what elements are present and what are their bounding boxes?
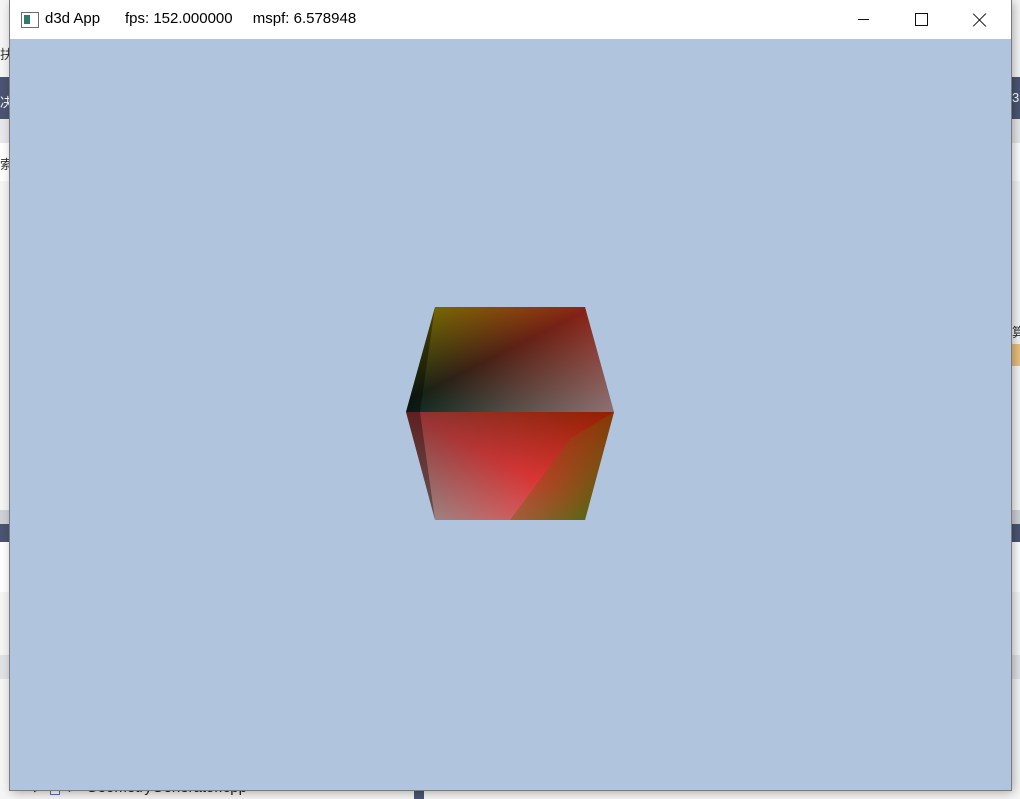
cube-face-top-shade <box>406 307 614 412</box>
ide-highlight-mark <box>1012 344 1020 366</box>
fps-readout: fps: 152.000000 <box>125 10 233 27</box>
maximize-button[interactable] <box>892 0 950 39</box>
minimize-icon <box>857 19 869 20</box>
window-title: d3d App <box>45 10 101 27</box>
frame-stats: fps: 152.000000 mspf: 6.578948 <box>125 10 372 27</box>
close-icon <box>973 13 987 27</box>
minimize-button[interactable] <box>834 0 892 39</box>
mspf-readout: mspf: 6.578948 <box>252 10 357 27</box>
title-bar[interactable]: d3d App fps: 152.000000 mspf: 6.578948 <box>10 0 1011 39</box>
ide-glyph: 算 <box>1012 325 1020 340</box>
rendered-cube <box>406 307 614 520</box>
d3d-app-window[interactable]: d3d App fps: 152.000000 mspf: 6.578948 <box>10 0 1011 790</box>
ide-glyph: 3 <box>1012 90 1020 105</box>
maximize-icon <box>914 13 928 26</box>
render-viewport[interactable] <box>10 39 1011 790</box>
close-button[interactable] <box>951 0 1009 39</box>
app-icon[interactable] <box>21 12 39 28</box>
